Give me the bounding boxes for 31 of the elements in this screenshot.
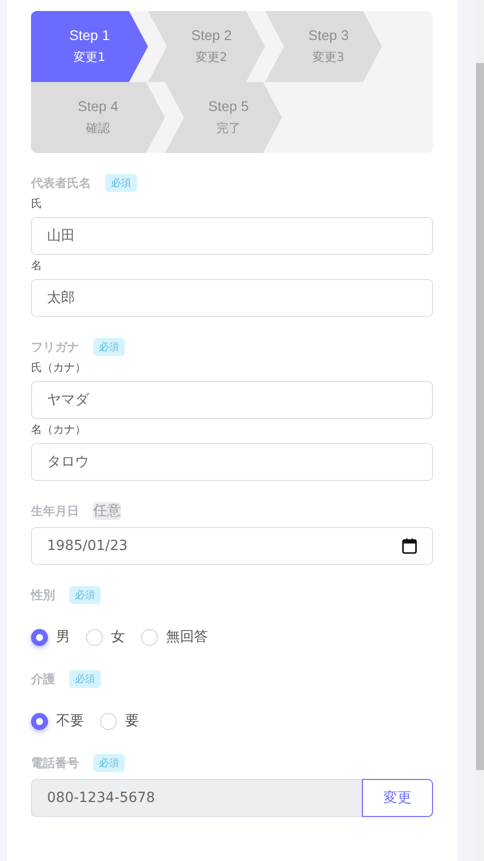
section-label: 介護 (31, 670, 55, 688)
required-badge: 必須 (69, 670, 101, 688)
date-field[interactable]: 1985/01/23 (31, 527, 433, 565)
section-label: 性別 (31, 586, 55, 604)
input-field[interactable]: 山田 (31, 217, 433, 255)
radio-button[interactable] (31, 712, 48, 730)
radio-option[interactable]: 無回答 (141, 628, 208, 646)
calendar-icon[interactable] (402, 538, 417, 554)
optional-badge: 任意 (93, 502, 121, 520)
radio-option[interactable]: 女 (86, 628, 125, 646)
scrollbar-thumb[interactable] (476, 63, 484, 770)
field-label: 名 (31, 259, 43, 273)
field-label: 氏 (31, 197, 43, 211)
radio-option[interactable]: 不要 (31, 712, 84, 730)
field-label: 氏（カナ） (31, 361, 87, 375)
section-label: 生年月日 (31, 502, 79, 520)
radio-option[interactable]: 男 (31, 628, 70, 646)
input-field[interactable]: ヤマダ (31, 381, 433, 419)
section-label: 電話番号 (31, 754, 79, 772)
input-field[interactable]: タロウ (31, 443, 433, 481)
required-badge: 必須 (93, 754, 125, 772)
input-field[interactable]: 太郎 (31, 279, 433, 317)
section-label: 代表者氏名 (31, 174, 91, 192)
radio-option[interactable]: 要 (100, 712, 139, 730)
radio-button[interactable] (31, 628, 48, 646)
required-badge: 必須 (93, 338, 125, 356)
section-label: フリガナ (31, 338, 79, 356)
required-badge: 必須 (105, 174, 137, 192)
step-tab[interactable]: Step 1 変更1 (31, 11, 148, 82)
field-label: 名（カナ） (31, 423, 87, 437)
required-badge: 必須 (69, 586, 101, 604)
